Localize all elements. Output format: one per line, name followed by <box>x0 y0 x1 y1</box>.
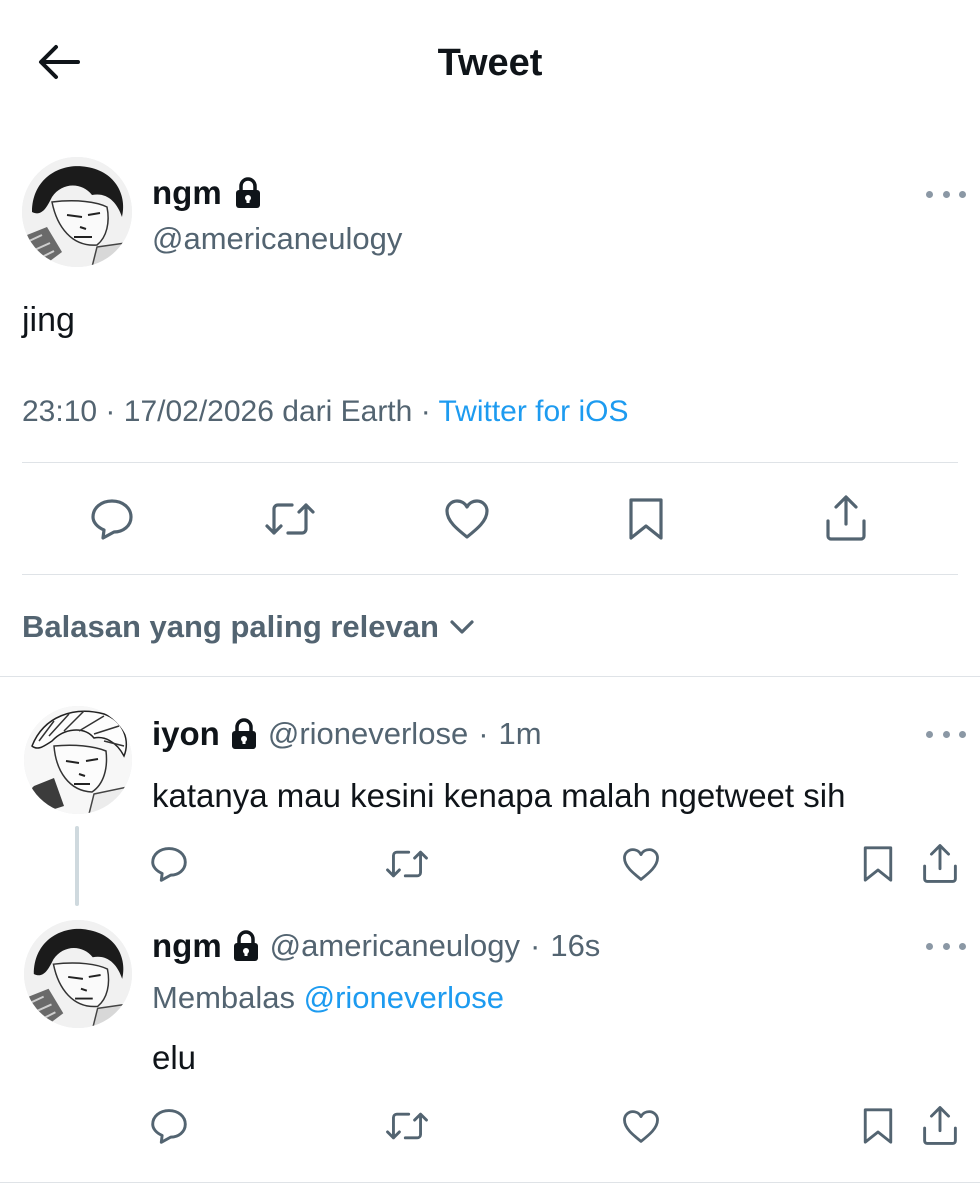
retweet-icon <box>386 1112 428 1140</box>
retweet-button[interactable] <box>258 492 322 546</box>
avatar[interactable] <box>24 706 132 814</box>
reply-author-handle[interactable]: @rioneverlose <box>268 714 468 754</box>
share-button[interactable] <box>916 1102 964 1148</box>
lock-icon <box>231 718 256 749</box>
reply-author-name[interactable]: ngm <box>152 926 222 966</box>
reply-button[interactable] <box>146 1104 192 1148</box>
tweet-date[interactable]: 17/02/2026 <box>124 395 274 428</box>
tweet-location: dari Earth <box>282 395 413 428</box>
divider <box>22 574 958 575</box>
divider <box>22 462 958 463</box>
reply-sort-label: Balasan yang paling relevan <box>22 609 439 644</box>
chevron-down-icon <box>450 620 474 634</box>
reply-icon <box>151 847 187 882</box>
tweet-source-link[interactable]: Twitter for iOS <box>438 395 628 428</box>
reply-text: katanya mau kesini kenapa malah ngetweet… <box>152 777 846 814</box>
page-title: Tweet <box>437 42 543 84</box>
like-button[interactable] <box>618 1104 664 1148</box>
heart-icon <box>445 499 489 539</box>
reply-button[interactable] <box>82 492 142 546</box>
more-horizontal-icon <box>926 730 933 738</box>
reply-header: ngm @americaneulogy · 16s <box>152 926 601 966</box>
share-icon <box>923 1105 957 1145</box>
divider <box>0 676 980 677</box>
tweet-text: jing <box>22 301 75 339</box>
reply-text: elu <box>152 1039 197 1076</box>
author-name-row: ngm <box>152 173 262 213</box>
reply-author-handle[interactable]: @americaneulogy <box>270 926 520 966</box>
tweet-time[interactable]: 23:10 <box>22 395 97 428</box>
heart-icon <box>623 847 659 881</box>
like-button[interactable] <box>618 842 664 886</box>
like-button[interactable] <box>437 492 497 546</box>
reply-sort-selector[interactable]: Balasan yang paling relevan <box>22 606 475 648</box>
avatar[interactable] <box>22 157 132 267</box>
bookmark-icon <box>863 846 893 882</box>
divider <box>0 1182 980 1183</box>
avatar-image <box>24 706 132 814</box>
share-button[interactable] <box>916 840 964 886</box>
reply-button[interactable] <box>146 842 192 886</box>
author-handle[interactable]: @americaneulogy <box>152 220 402 258</box>
bookmark-button[interactable] <box>618 492 674 546</box>
lock-icon <box>235 177 260 208</box>
more-horizontal-icon <box>926 190 933 198</box>
reply-timestamp[interactable]: 16s <box>550 926 600 966</box>
heart-icon <box>623 1109 659 1143</box>
reply-author-name[interactable]: iyon <box>152 714 220 754</box>
tweet-meta: 23:10 · 17/02/2026 dari Earth · Twitter … <box>22 395 629 428</box>
share-icon <box>826 495 866 541</box>
bookmark-icon <box>629 498 663 540</box>
avatar[interactable] <box>24 920 132 1028</box>
mention-link[interactable]: @rioneverlose <box>304 980 504 1015</box>
replying-to: Membalas @rioneverlose <box>152 980 504 1015</box>
reply-icon <box>151 1109 187 1144</box>
bookmark-button[interactable] <box>856 1104 900 1148</box>
retweet-icon <box>265 503 315 535</box>
share-icon <box>923 843 957 883</box>
more-options-button[interactable] <box>926 936 966 956</box>
retweet-icon <box>386 850 428 878</box>
retweet-button[interactable] <box>382 842 432 886</box>
author-name[interactable]: ngm <box>152 173 222 213</box>
share-button[interactable] <box>816 490 876 546</box>
bookmark-button[interactable] <box>856 842 900 886</box>
thread-connector <box>75 826 79 906</box>
reply-icon <box>91 499 133 540</box>
reply-header: iyon @rioneverlose · 1m <box>152 714 542 754</box>
retweet-button[interactable] <box>382 1104 432 1148</box>
bookmark-icon <box>863 1108 893 1144</box>
avatar-image <box>24 920 132 1028</box>
more-horizontal-icon <box>926 942 933 950</box>
reply-timestamp[interactable]: 1m <box>499 714 542 754</box>
lock-icon <box>233 930 258 961</box>
avatar-image <box>22 157 132 267</box>
more-options-button[interactable] <box>926 184 966 204</box>
more-options-button[interactable] <box>926 724 966 744</box>
